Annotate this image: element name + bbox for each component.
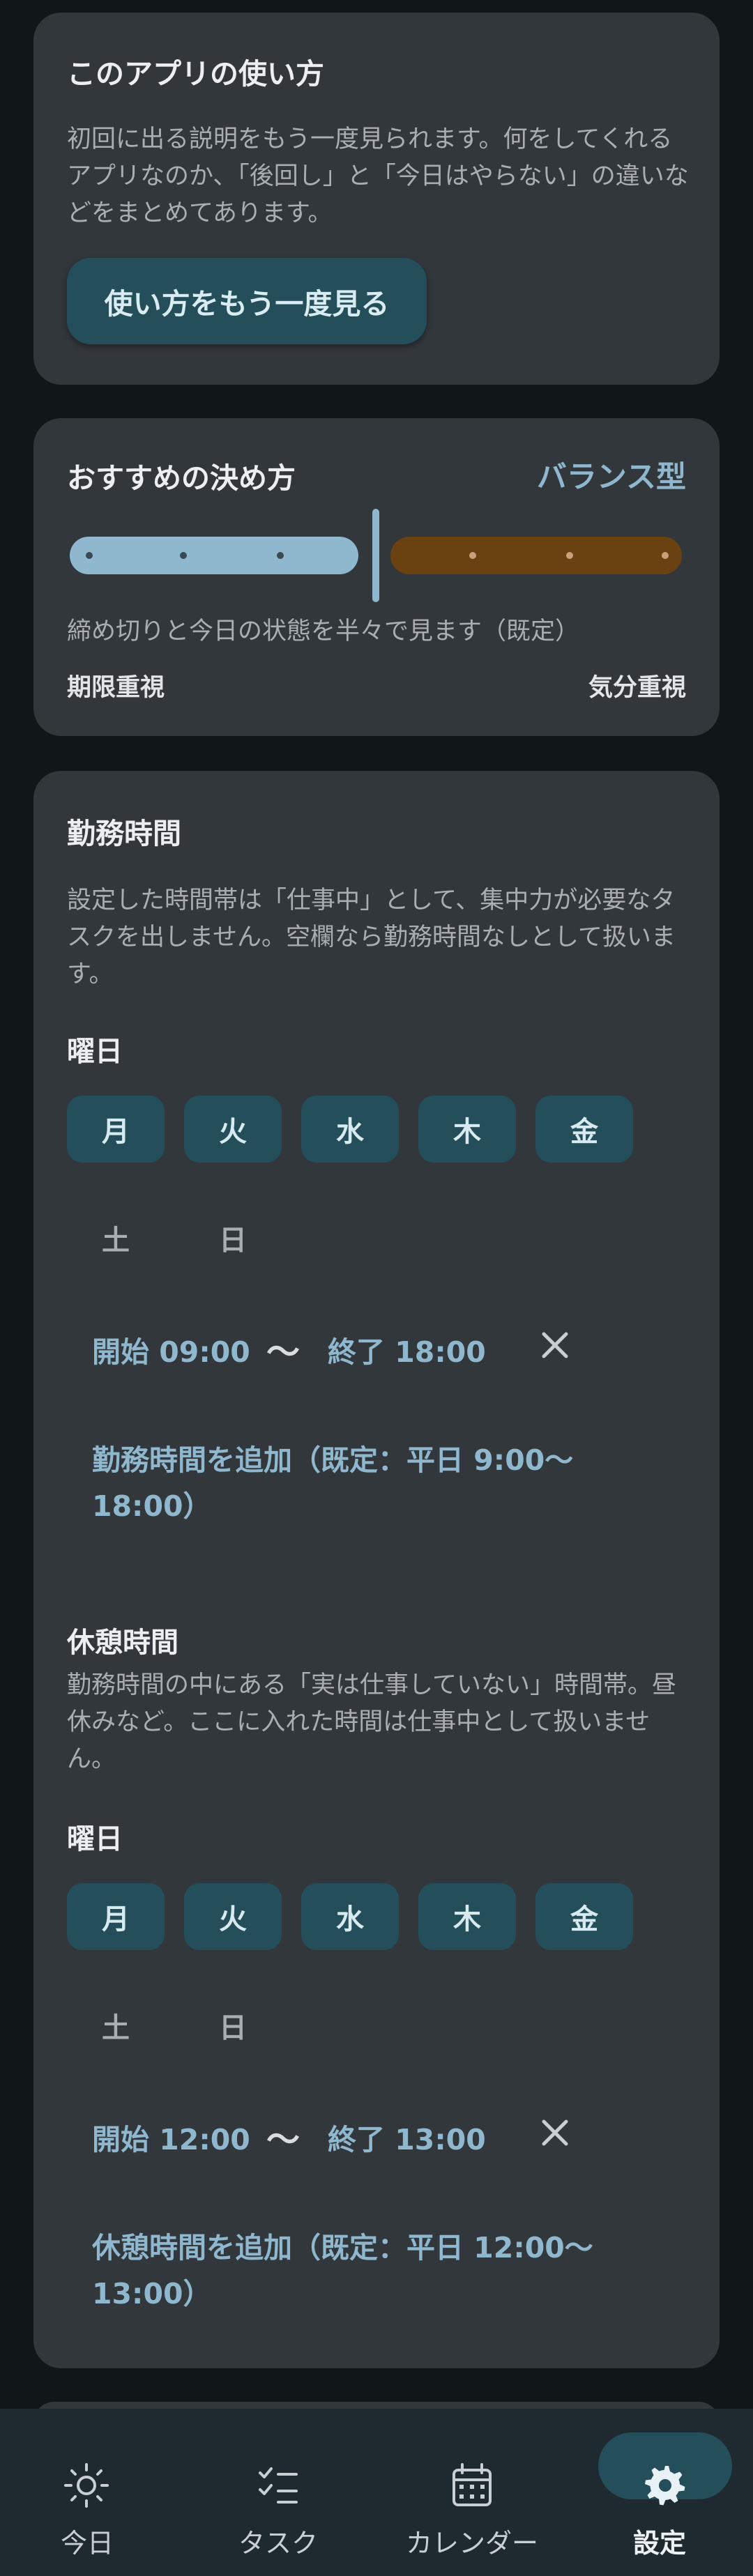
work-day-tue[interactable]: 火	[184, 1096, 282, 1163]
mood-track[interactable]	[390, 537, 682, 574]
slider-tick	[566, 552, 573, 559]
nav-item-today[interactable]: 今日	[0, 2409, 188, 2576]
break-end-time[interactable]: 終了 13:00	[328, 2116, 486, 2158]
mood-priority-label: 気分重視	[588, 674, 686, 702]
slider-tick	[662, 552, 669, 559]
deadline-priority-label: 期限重視	[67, 674, 165, 702]
break-time-separator: 〜	[266, 2120, 301, 2159]
work-hours-title: 勤務時間	[67, 817, 181, 850]
show-tutorial-button[interactable]: 使い方をもう一度見る	[67, 258, 427, 344]
break-day-sat[interactable]: 土	[67, 1992, 165, 2059]
break-day-tue[interactable]: 火	[184, 1883, 282, 1950]
break-day-thu[interactable]: 木	[418, 1883, 516, 1950]
work-weekday-label: 曜日	[67, 1036, 123, 1068]
slider-tick	[277, 552, 284, 559]
work-time-separator: 〜	[266, 1333, 301, 1372]
slider-tick	[469, 552, 476, 559]
remove-work-hours-icon[interactable]	[538, 1328, 572, 1362]
work-day-fri[interactable]: 金	[535, 1096, 633, 1163]
nav-item-calendar[interactable]: カレンダー	[378, 2409, 566, 2576]
deadline-track[interactable]	[70, 537, 358, 574]
break-hours-title: 休憩時間	[67, 1627, 178, 1659]
break-day-fri[interactable]: 金	[535, 1883, 633, 1950]
break-start-time[interactable]: 開始 12:00	[92, 2116, 250, 2158]
slider-tick	[86, 552, 93, 559]
help-title: このアプリの使い方	[67, 57, 324, 91]
break-day-sun[interactable]: 日	[184, 1992, 282, 2059]
work-day-wed[interactable]: 水	[301, 1096, 399, 1163]
work-hours-description: 設定した時間帯は「仕事中」として、集中力が必要なタスクを出しません。空欄なら勤務…	[67, 887, 676, 988]
break-hours-description: 勤務時間の中にある「実は仕事していない」時間帯。昼休みなど。ここに入れた時間は仕…	[67, 1671, 676, 1773]
nav-label-settings: 設定	[632, 2528, 686, 2559]
recommend-title: おすすめの決め方	[67, 461, 296, 495]
break-weekday-label: 曜日	[67, 1823, 123, 1855]
recommend-description: 締め切りと今日の状態を半々で見ます（既定）	[67, 618, 580, 645]
break-day-mon[interactable]: 月	[67, 1883, 165, 1950]
add-work-hours-link[interactable]: 勤務時間を追加（既定：平日 9:00〜18:00）	[92, 1437, 678, 1529]
add-break-hours-link[interactable]: 休憩時間を追加（既定：平日 12:00〜13:00）	[92, 2225, 678, 2317]
nav-item-tasks[interactable]: タスク	[184, 2409, 372, 2576]
recommend-mode-label: バランス型	[536, 460, 686, 495]
help-card: このアプリの使い方 初回に出る説明をもう一度見られます。何をしてくれるアプリなの…	[33, 13, 720, 385]
remove-break-hours-icon[interactable]	[538, 2116, 572, 2149]
work-day-mon[interactable]: 月	[67, 1096, 165, 1163]
nav-item-settings[interactable]: 設定	[571, 2409, 753, 2576]
nav-label-tasks: タスク	[238, 2528, 318, 2559]
hours-card: 勤務時間 設定した時間帯は「仕事中」として、集中力が必要なタスクを出しません。空…	[33, 771, 720, 2368]
work-start-time[interactable]: 開始 09:00	[92, 1328, 250, 1370]
nav-label-today: 今日	[60, 2528, 114, 2559]
work-end-time[interactable]: 終了 18:00	[328, 1328, 486, 1370]
calendar-icon	[452, 2463, 492, 2506]
work-day-sat[interactable]: 土	[67, 1204, 165, 1271]
work-day-thu[interactable]: 木	[418, 1096, 516, 1163]
slider-handle[interactable]	[372, 509, 379, 602]
sun-icon	[64, 2463, 109, 2508]
nav-label-calendar: カレンダー	[405, 2528, 538, 2559]
checklist-icon	[259, 2467, 298, 2504]
break-day-wed[interactable]: 水	[301, 1883, 399, 1950]
gear-icon	[645, 2466, 685, 2506]
work-day-sun[interactable]: 日	[184, 1204, 282, 1271]
slider-tick	[180, 552, 187, 559]
help-description: 初回に出る説明をもう一度見られます。何をしてくれるアプリなのか、「後回し」と「今…	[67, 125, 689, 227]
